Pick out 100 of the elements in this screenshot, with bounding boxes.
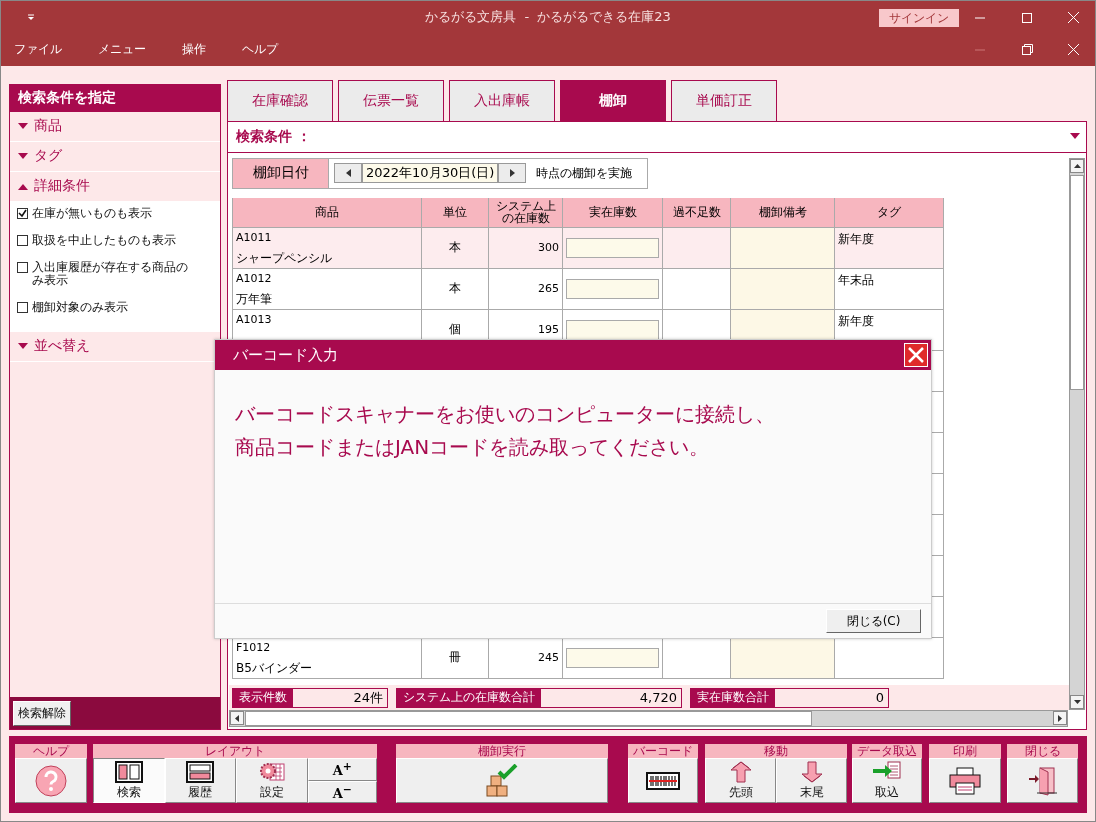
toolbar-button[interactable]: 設定 — [236, 758, 308, 803]
column-header: 実在庫数 — [563, 197, 663, 228]
clear-search-button[interactable]: 検索解除 — [13, 700, 71, 726]
up-arrow-icon[interactable] — [1073, 163, 1081, 168]
product-name: シャープペンシル — [236, 249, 332, 267]
toolbar-button[interactable] — [628, 758, 698, 803]
date-field[interactable]: 2022年10月30日(日) — [362, 162, 499, 183]
input-field[interactable] — [566, 647, 659, 668]
table-cell: 本 — [422, 227, 489, 269]
checkbox[interactable] — [17, 301, 28, 313]
close-dialog-button[interactable]: 閉じる(C) — [826, 609, 921, 633]
next-button[interactable] — [498, 162, 527, 183]
close-icon — [908, 347, 924, 363]
barcode-icon — [646, 771, 680, 790]
toolbar-button[interactable] — [929, 758, 1001, 803]
product-name: 万年筆 — [236, 290, 272, 308]
summary-label: 表示件数 — [233, 688, 293, 707]
input-field[interactable] — [566, 319, 659, 340]
tab[interactable]: 棚卸 — [560, 79, 666, 121]
split-layout-icon — [114, 760, 143, 783]
option-label: 入出庫履歴が存在する商品のみ表示 — [32, 260, 189, 287]
menu-item[interactable]: ヘルプ — [233, 41, 287, 59]
menu-item[interactable]: メニュー — [89, 41, 155, 59]
column-header: 棚卸備考 — [731, 197, 835, 228]
product-code: F1012 — [236, 640, 272, 654]
stacked-layout-icon — [186, 760, 215, 783]
window-title: かるがる文房具 - かるがるできる在庫23 — [425, 8, 671, 27]
expand-icon — [18, 342, 28, 350]
group-title: レイアウト — [93, 744, 377, 759]
table-cell: 245 — [489, 637, 563, 679]
product-code: A1012 — [236, 271, 272, 285]
toolbar-button[interactable]: 履歴 — [164, 758, 236, 803]
product-code: A1011 — [236, 230, 273, 244]
close-icon — [1067, 44, 1079, 56]
table-cell: 新年度 — [835, 227, 944, 269]
section-label: タグ — [34, 147, 62, 166]
tab[interactable]: 伝票一覧 — [338, 79, 444, 121]
horizontal-scrollbar[interactable] — [229, 710, 1068, 728]
summary-label: システム上の在庫数合計 — [397, 688, 541, 707]
section-label: 並べ替え — [34, 337, 90, 356]
left-arrow-icon[interactable] — [235, 714, 239, 722]
toolbar-button[interactable]: 取込 — [852, 758, 922, 803]
input-field[interactable] — [566, 237, 659, 258]
option-label: 取扱を中止したものも表示 — [32, 233, 176, 247]
close-icon — [1067, 12, 1079, 23]
up-arrow-icon — [729, 760, 752, 783]
quick-access-icon[interactable] — [27, 13, 35, 22]
toolbar-button[interactable]: 先頭 — [705, 758, 776, 803]
product-name: B5バインダー — [236, 659, 312, 677]
toolbar-button[interactable]: 検索 — [93, 758, 165, 803]
checkbox[interactable] — [17, 207, 28, 219]
column-header: 商品 — [233, 197, 422, 228]
vertical-scrollbar[interactable] — [1069, 157, 1085, 711]
product-code: A1013 — [236, 312, 272, 326]
column-header: 過不足数 — [663, 197, 731, 228]
dialog-message: 商品コードまたはJANコードを読み取ってください。 — [235, 434, 710, 461]
printer-icon — [949, 766, 981, 795]
group-title: 棚卸実行 — [396, 744, 608, 759]
menu-item[interactable]: 操作 — [173, 41, 215, 59]
input-field[interactable] — [566, 278, 659, 299]
group-title: データ取込 — [852, 744, 922, 759]
tab[interactable]: 在庫確認 — [227, 79, 333, 121]
tab[interactable]: 単価訂正 — [671, 79, 777, 121]
close-button[interactable] — [904, 343, 928, 367]
previous-button[interactable] — [334, 162, 362, 183]
minimize-icon — [975, 16, 985, 19]
left-arrow-icon — [345, 168, 351, 177]
group-title: ヘルプ — [15, 744, 87, 759]
option-label: 棚卸対象のみ表示 — [32, 300, 128, 314]
date-caption: 時点の棚卸を実施 — [535, 164, 633, 182]
gear-icon — [257, 760, 286, 783]
section-label: 商品 — [34, 117, 62, 136]
maximize-icon — [1022, 12, 1032, 23]
panel-title: 検索条件 ： — [236, 127, 311, 146]
tab[interactable]: 入出庫帳 — [449, 79, 555, 121]
font-increase-button[interactable]: A$^{+}$ — [307, 758, 377, 781]
table-cell: 冊 — [422, 637, 489, 679]
table-cell: 265 — [489, 268, 563, 310]
panel-title: 検索条件を指定 — [10, 84, 220, 112]
right-arrow-icon[interactable] — [1058, 714, 1062, 722]
collapse-icon — [18, 182, 28, 190]
group-title: バーコード — [628, 744, 698, 759]
summary-label: 実在庫数合計 — [691, 688, 775, 707]
exit-door-icon — [1026, 765, 1059, 796]
option-label: 在庫が無いものも表示 — [32, 206, 152, 220]
toolbar-button[interactable]: 末尾 — [776, 758, 847, 803]
help-icon — [35, 764, 67, 797]
menu-item[interactable]: ファイル — [5, 41, 71, 59]
down-arrow-icon[interactable] — [1073, 700, 1081, 705]
expand-icon — [18, 122, 28, 130]
signin-button[interactable]: サインイン — [879, 9, 959, 27]
table-cell: 本 — [422, 268, 489, 310]
checkbox[interactable] — [17, 234, 28, 246]
down-arrow-icon — [800, 760, 823, 783]
expand-icon — [18, 152, 28, 160]
checkbox[interactable] — [17, 261, 28, 273]
field-label: 棚卸日付 — [233, 158, 329, 188]
group-title: 閉じる — [1007, 744, 1078, 759]
table-cell: 年末品 — [835, 268, 944, 310]
group-title: 移動 — [705, 744, 847, 759]
